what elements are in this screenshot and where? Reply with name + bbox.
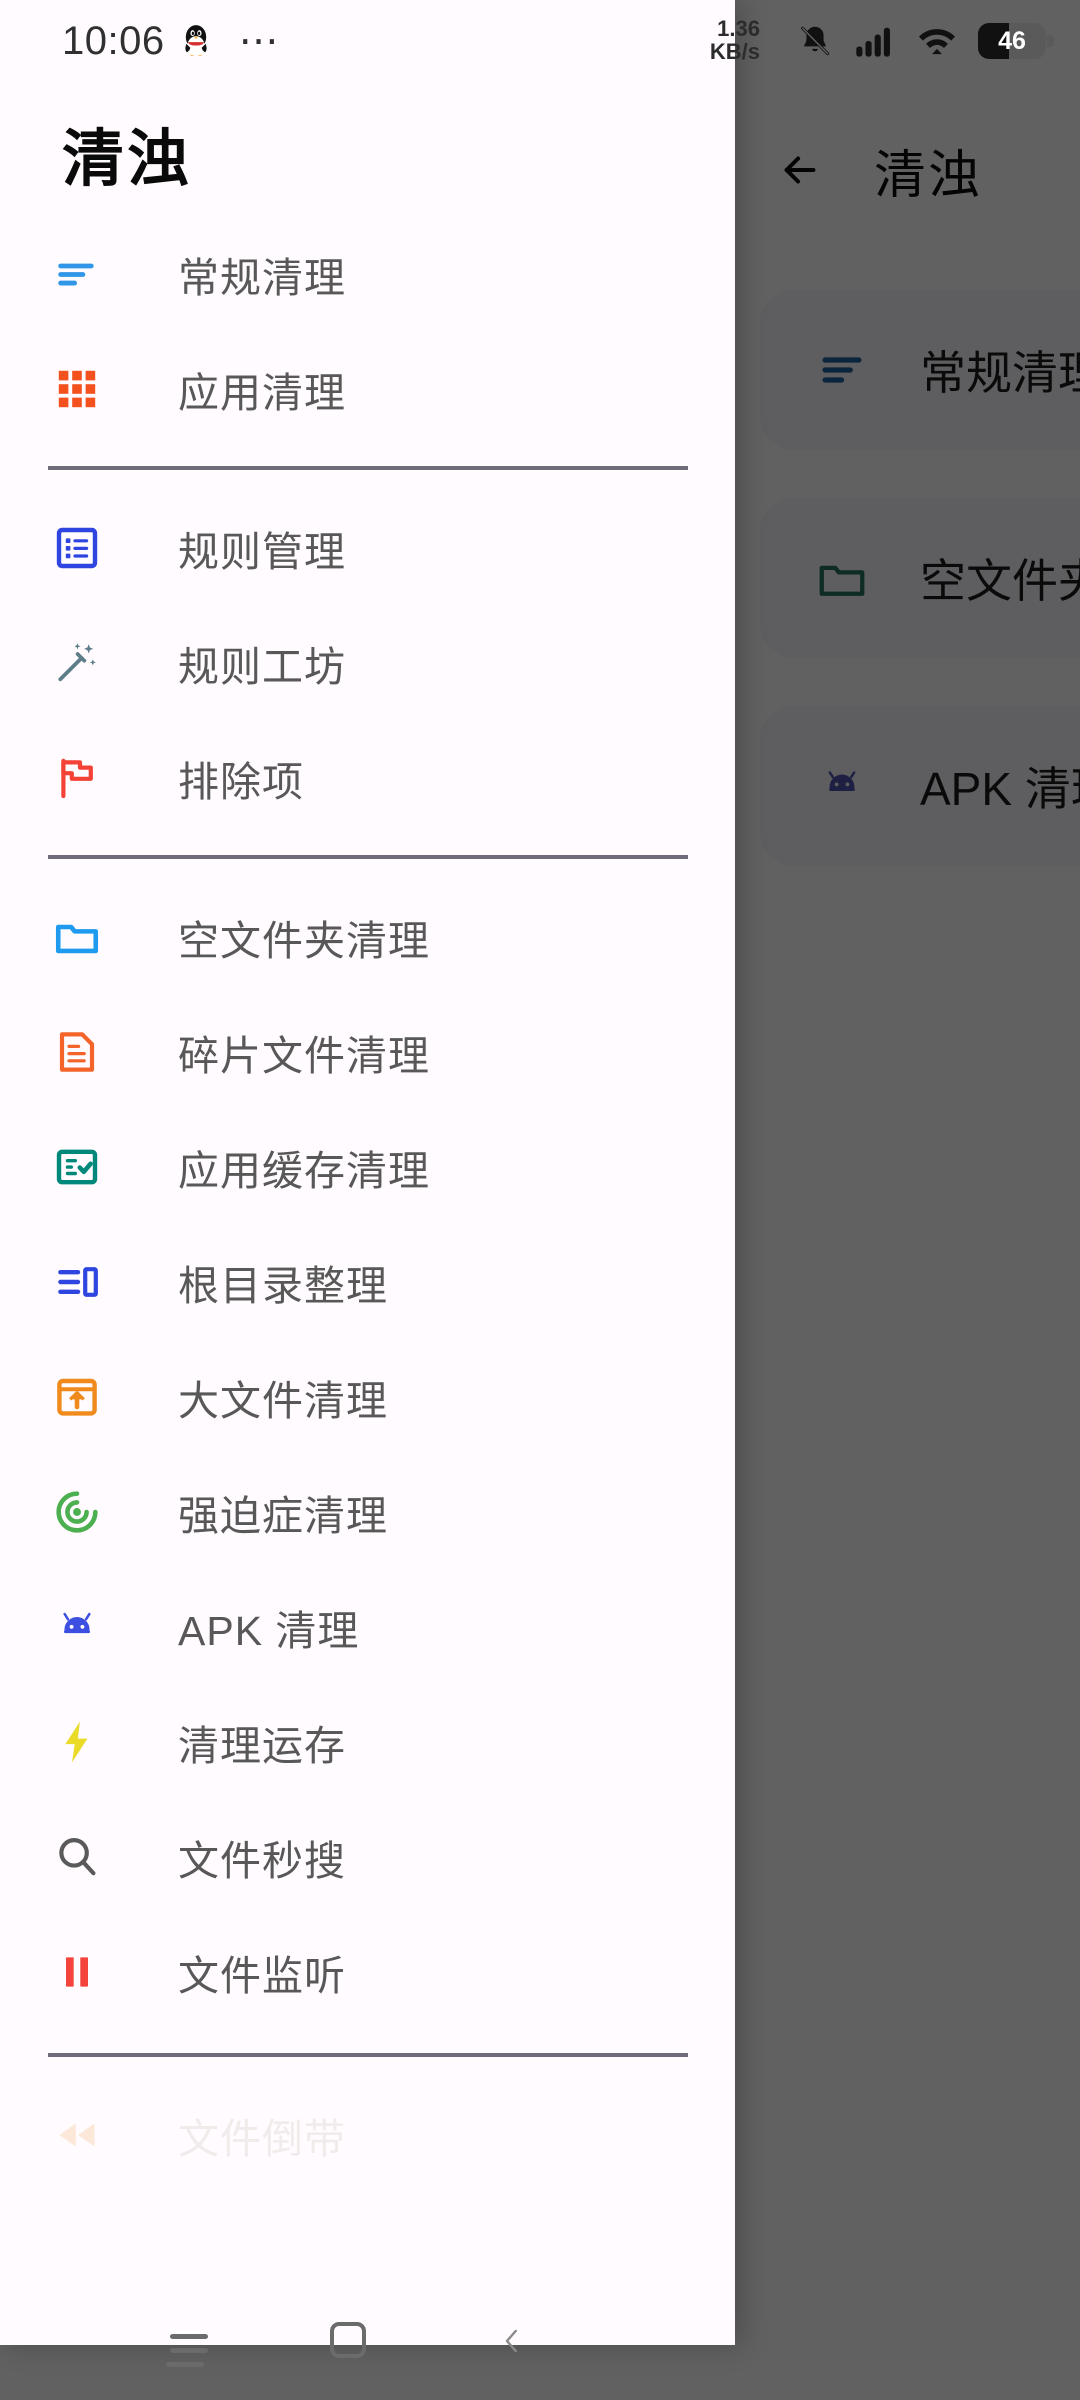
radar-target-icon [48, 1483, 106, 1541]
lines-decreasing-icon [812, 340, 872, 400]
drawer-item-label: 空文件夹清理 [178, 917, 430, 964]
list-box-icon [48, 519, 106, 577]
drawer-item-label: APK 清理 [178, 1607, 360, 1654]
drawer-item-app-cache-clean[interactable]: 应用缓存清理 [0, 1125, 735, 1208]
bell-mute-icon [796, 22, 834, 60]
drawer-menu-list: 常规清理 应用清理 规则管理 规则工坊 排除项 空文件夹清理 碎片文件清理 应用… [0, 232, 735, 2176]
magic-wand-icon [48, 634, 106, 692]
drawer-item-label: 清理运存 [178, 1722, 346, 1769]
status-bar-right: 1.36 KB/s 46 [600, 0, 1080, 82]
android-icon [812, 756, 872, 816]
wifi-icon [916, 24, 958, 58]
background-card-label: APK 清理 [920, 763, 1080, 815]
drawer-item-rule-manage[interactable]: 规则管理 [0, 506, 735, 589]
flag-icon [48, 749, 106, 807]
network-speed-unit: KB/s [709, 39, 760, 64]
drawer-item-ocd-clean[interactable]: 强迫症清理 [0, 1470, 735, 1553]
rewind-icon [48, 2106, 106, 2164]
system-navigation-bar [0, 2300, 1080, 2400]
navigation-drawer: 清浊 常规清理 应用清理 规则管理 规则工坊 排除项 空文件夹清理 碎片文件清理… [0, 0, 735, 2345]
drawer-item-label: 规则管理 [178, 528, 346, 575]
drawer-app-title: 清浊 [62, 125, 193, 194]
network-speed-indicator: 1.36 KB/s [709, 16, 760, 64]
drawer-item-label: 文件秒搜 [178, 1837, 346, 1884]
drawer-item-label: 排除项 [178, 758, 304, 805]
recents-icon[interactable] [166, 2322, 228, 2378]
drawer-item-label: 文件倒带 [178, 2115, 346, 2162]
background-card-label: 空文件夹清理 [920, 555, 1080, 607]
drawer-item-label: 应用清理 [178, 369, 346, 416]
drawer-item-label: 根目录整理 [178, 1262, 388, 1309]
drawer-item-label: 碎片文件清理 [178, 1032, 430, 1079]
drawer-item-file-rewind[interactable]: 文件倒带 [0, 2093, 735, 2176]
network-speed-value: 1.36 [717, 16, 760, 42]
drawer-item-app-clean[interactable]: 应用清理 [0, 347, 735, 430]
drawer-item-label: 规则工坊 [178, 643, 346, 690]
drawer-item-root-dir-organize[interactable]: 根目录整理 [0, 1240, 735, 1323]
drawer-divider [48, 466, 688, 470]
drawer-item-label: 大文件清理 [178, 1377, 388, 1424]
drawer-item-large-file-clean[interactable]: 大文件清理 [0, 1355, 735, 1438]
battery-indicator: 46 [978, 23, 1054, 59]
checklist-icon [48, 1138, 106, 1196]
drawer-item-label: 强迫症清理 [178, 1492, 388, 1539]
android-icon [48, 1598, 106, 1656]
document-icon [48, 1023, 106, 1081]
drawer-item-label: 文件监听 [178, 1952, 346, 1999]
status-bar-overflow-icon: ⋯ [238, 19, 282, 63]
background-back-arrow-icon[interactable] [770, 140, 830, 200]
drawer-item-empty-folder-clean[interactable]: 空文件夹清理 [0, 895, 735, 978]
drawer-item-label: 应用缓存清理 [178, 1147, 430, 1194]
drawer-item-general-clean[interactable]: 常规清理 [0, 232, 735, 315]
qq-penguin-icon [179, 21, 213, 61]
drawer-item-rule-workshop[interactable]: 规则工坊 [0, 621, 735, 704]
drawer-item-exclusions[interactable]: 排除项 [0, 736, 735, 819]
drawer-item-label: 常规清理 [178, 254, 346, 301]
drawer-item-clean-ram[interactable]: 清理运存 [0, 1700, 735, 1783]
drawer-item-fragment-file-clean[interactable]: 碎片文件清理 [0, 1010, 735, 1093]
background-title: 清浊 [874, 146, 983, 205]
lightning-icon [48, 1713, 106, 1771]
phone-screen: 清浊 常规清理 空文件夹清理 [0, 0, 1080, 2400]
status-bar-clock: 10:06 [62, 18, 165, 63]
drawer-item-file-monitor[interactable]: 文件监听 [0, 1930, 735, 2013]
drawer-item-file-search[interactable]: 文件秒搜 [0, 1815, 735, 1898]
background-card-empty-folder[interactable]: 空文件夹清理 [760, 498, 1080, 658]
lines-decreasing-icon [48, 245, 106, 303]
folder-icon [48, 908, 106, 966]
back-icon[interactable] [490, 2318, 534, 2364]
pause-bars-icon [48, 1943, 106, 2001]
drawer-divider [48, 2053, 688, 2057]
grid-dots-icon [48, 360, 106, 418]
drawer-divider [48, 855, 688, 859]
background-card-apk-clean[interactable]: APK 清理 [760, 706, 1080, 866]
home-icon[interactable] [330, 2322, 366, 2358]
battery-level-text: 46 [998, 26, 1026, 55]
root-list-icon [48, 1253, 106, 1311]
background-card-label: 常规清理 [920, 347, 1080, 399]
search-icon [48, 1828, 106, 1886]
drawer-item-apk-clean[interactable]: APK 清理 [0, 1585, 735, 1668]
signal-bars-icon [854, 24, 896, 58]
folder-icon [812, 548, 872, 608]
background-card-general-clean[interactable]: 常规清理 [760, 290, 1080, 450]
box-upload-icon [48, 1368, 106, 1426]
